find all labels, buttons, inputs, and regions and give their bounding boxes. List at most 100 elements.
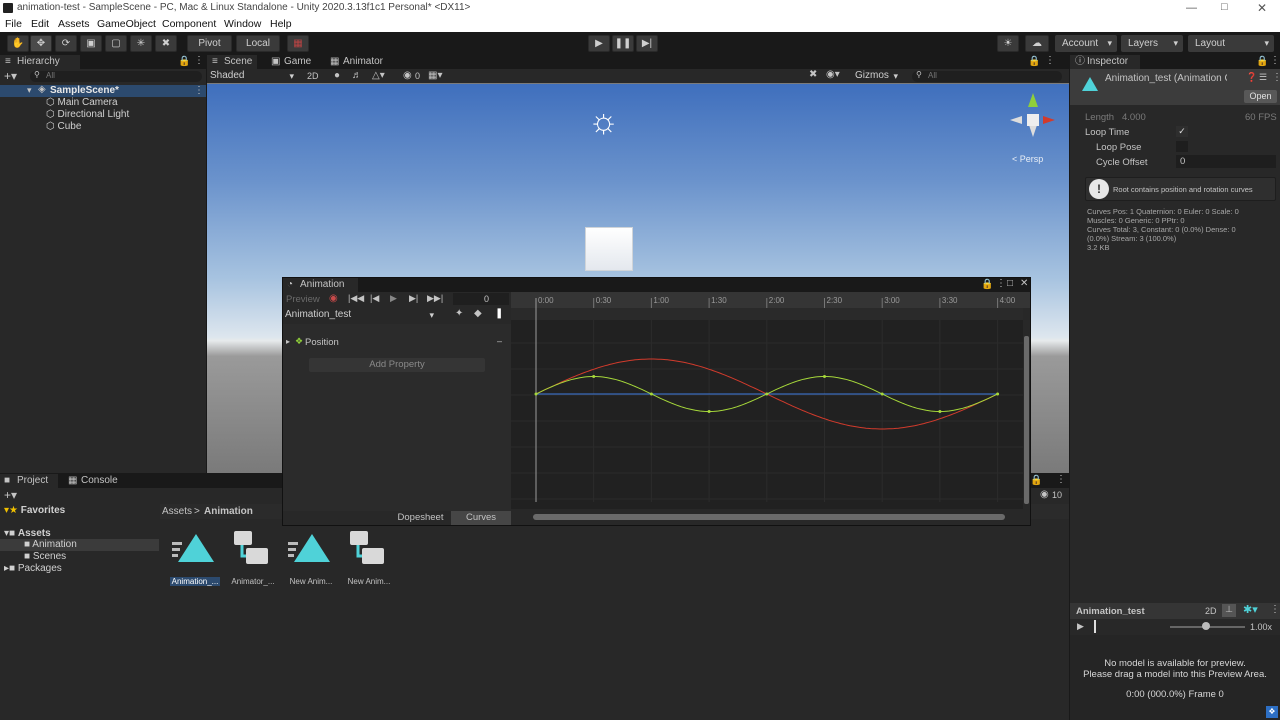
tab-animator[interactable]: ▦ Animator bbox=[326, 55, 388, 69]
hierarchy-search-input[interactable]: ⚲ All bbox=[30, 70, 202, 82]
help-icon[interactable]: ❓ bbox=[1246, 72, 1257, 83]
open-button[interactable]: Open bbox=[1244, 90, 1277, 103]
toggle-2d-button[interactable]: 2D bbox=[307, 71, 319, 81]
menu-gameobject[interactable]: GameObject bbox=[97, 18, 156, 30]
menu-assets[interactable]: Assets bbox=[58, 18, 90, 30]
preview-2d-toggle[interactable]: 2D bbox=[1205, 606, 1217, 616]
scene-gizmo[interactable] bbox=[1007, 91, 1059, 146]
local-toggle[interactable]: Local bbox=[236, 35, 280, 52]
add-keyframe-icon[interactable]: ✦ bbox=[455, 308, 463, 319]
event-marker-icon[interactable]: ❚ bbox=[495, 308, 503, 319]
tab-project[interactable]: ■ Project bbox=[0, 474, 58, 488]
menu-dots-icon[interactable]: ⋮ bbox=[996, 278, 1006, 289]
expand-arrow-icon[interactable]: ▾ bbox=[27, 85, 32, 96]
first-key-button[interactable]: |◀◀ bbox=[348, 293, 364, 304]
tag-icon[interactable]: ❖ bbox=[1266, 706, 1278, 718]
avatar-icon[interactable]: ✱▾ bbox=[1243, 603, 1258, 616]
hand-tool-button[interactable]: ✋ bbox=[7, 35, 29, 52]
lock-icon[interactable]: 🔒 bbox=[178, 56, 190, 67]
expand-arrow-icon[interactable]: ▸ bbox=[286, 337, 290, 346]
lock-icon[interactable]: 🔒 bbox=[981, 279, 993, 290]
property-row-position[interactable]: ▸ ❖ Position – bbox=[283, 336, 511, 349]
preview-toggle[interactable]: Preview bbox=[286, 294, 320, 305]
folder-animation[interactable]: ■ Animation bbox=[0, 539, 159, 551]
favorites-item[interactable]: ▾★ Favorites bbox=[4, 505, 65, 517]
step-button[interactable]: ▶| bbox=[636, 35, 658, 52]
menu-component[interactable]: Component bbox=[162, 18, 216, 30]
hidden-objects-icon[interactable]: ◉ bbox=[403, 70, 412, 81]
hierarchy-item-main-camera[interactable]: ⬡ Main Camera bbox=[46, 97, 118, 109]
speed-slider-handle[interactable] bbox=[1202, 622, 1210, 630]
next-key-button[interactable]: ▶| bbox=[409, 293, 418, 304]
tab-animation[interactable]: ◔ Animation bbox=[283, 278, 358, 292]
tab-scene[interactable]: ≡ Scene bbox=[207, 55, 257, 69]
menu-dots-icon[interactable]: ⋮ bbox=[194, 55, 204, 66]
curves-tab[interactable]: Curves bbox=[451, 511, 511, 525]
cube-object[interactable] bbox=[585, 227, 633, 271]
transform-tool-button[interactable]: ✳ bbox=[130, 35, 152, 52]
menu-dots-icon[interactable]: ⋮ bbox=[1270, 55, 1280, 66]
menu-dots-icon[interactable]: ⋮ bbox=[1270, 604, 1280, 615]
layout-dropdown[interactable]: Layout bbox=[1188, 35, 1274, 52]
audio-icon[interactable]: ♬ bbox=[352, 70, 362, 81]
cycle-offset-field[interactable]: 0 bbox=[1176, 155, 1276, 168]
custom-tool-button[interactable]: ✖ bbox=[155, 35, 177, 52]
scene-search-input[interactable]: ⚲ All bbox=[912, 70, 1062, 82]
gizmos-dropdown[interactable]: Gizmos bbox=[853, 69, 903, 83]
shading-dropdown[interactable]: Shaded bbox=[207, 69, 299, 83]
asset-animation-test[interactable]: Animation_... bbox=[170, 530, 222, 590]
hidden-packages-icon[interactable]: ◉ bbox=[1040, 489, 1049, 500]
lock-icon[interactable]: 🔒 bbox=[1030, 475, 1042, 486]
lighting-icon[interactable]: ● bbox=[334, 70, 340, 81]
clip-dropdown[interactable]: Animation_test bbox=[283, 308, 439, 322]
persp-label[interactable]: < Persp bbox=[1012, 154, 1043, 164]
rotate-tool-button[interactable]: ⟳ bbox=[55, 35, 77, 52]
account-dropdown[interactable]: Account bbox=[1055, 35, 1117, 52]
add-icon[interactable]: +▾ bbox=[4, 488, 17, 502]
menu-file[interactable]: File bbox=[5, 18, 22, 30]
breadcrumb-animation[interactable]: Animation bbox=[204, 506, 253, 517]
sun-icon[interactable]: ☼ bbox=[588, 104, 619, 138]
loop-pose-checkbox[interactable] bbox=[1176, 141, 1188, 152]
settings-icon[interactable]: ☰ bbox=[1259, 72, 1267, 83]
minimize-icon[interactable]: — bbox=[1186, 2, 1197, 14]
add-event-icon[interactable]: ◆ bbox=[474, 308, 482, 319]
effects-icon[interactable]: △▾ bbox=[372, 70, 385, 81]
maximize-icon[interactable]: □ bbox=[1221, 1, 1228, 13]
menu-dots-icon[interactable]: ⋮ bbox=[1272, 72, 1280, 83]
scale-tool-button[interactable]: ▣ bbox=[80, 35, 102, 52]
breadcrumb-assets[interactable]: Assets bbox=[162, 506, 192, 517]
prev-key-button[interactable]: |◀ bbox=[370, 293, 379, 304]
property-menu-icon[interactable]: – bbox=[497, 336, 502, 346]
maximize-icon[interactable]: □ bbox=[1007, 278, 1013, 289]
add-icon[interactable]: +▾ bbox=[4, 69, 17, 83]
dopesheet-tab[interactable]: Dopesheet bbox=[392, 511, 449, 525]
menu-dots-icon[interactable]: ⋮ bbox=[1045, 55, 1055, 66]
scene-menu-icon[interactable]: ⋮ bbox=[194, 85, 204, 96]
grid-snap-button[interactable]: ▦ bbox=[287, 35, 309, 52]
collab-icon[interactable]: ☀ bbox=[997, 35, 1019, 52]
tab-console[interactable]: ▦ Console bbox=[64, 474, 124, 488]
curve-editor[interactable]: 0:00 0:30 1:00 1:30 2:00 2:30 3:00 3:30 4:00 bbox=[511, 292, 1030, 525]
move-tool-button[interactable]: ✥ bbox=[30, 35, 52, 52]
play-animation-button[interactable]: ▶ bbox=[390, 293, 397, 304]
pivot-icon[interactable]: ⊥ bbox=[1222, 604, 1236, 617]
asset-animator[interactable]: Animator_... bbox=[228, 528, 280, 590]
play-button[interactable]: ▶ bbox=[588, 35, 610, 52]
pause-button[interactable]: ❚❚ bbox=[612, 35, 634, 52]
frame-field[interactable]: 0 bbox=[453, 293, 509, 305]
add-property-button[interactable]: Add Property bbox=[309, 358, 485, 372]
menu-help[interactable]: Help bbox=[270, 18, 292, 30]
folder-scenes[interactable]: ■ Scenes bbox=[24, 551, 66, 563]
menu-edit[interactable]: Edit bbox=[31, 18, 49, 30]
preview-play-button[interactable]: ▶ bbox=[1077, 621, 1084, 632]
record-button[interactable]: ◉ bbox=[329, 293, 338, 304]
layers-dropdown[interactable]: Layers bbox=[1121, 35, 1183, 52]
scene-row[interactable]: ▾ ◈ SampleScene* ⋮ bbox=[0, 84, 206, 97]
last-key-button[interactable]: ▶▶| bbox=[427, 293, 443, 304]
packages-item[interactable]: ▸■ Packages bbox=[4, 563, 62, 575]
camera-icon[interactable]: ◉▾ bbox=[826, 69, 840, 80]
lock-icon[interactable]: 🔒 bbox=[1256, 56, 1268, 67]
lock-icon[interactable]: 🔒 bbox=[1028, 56, 1040, 67]
pivot-toggle[interactable]: Pivot bbox=[187, 35, 232, 52]
